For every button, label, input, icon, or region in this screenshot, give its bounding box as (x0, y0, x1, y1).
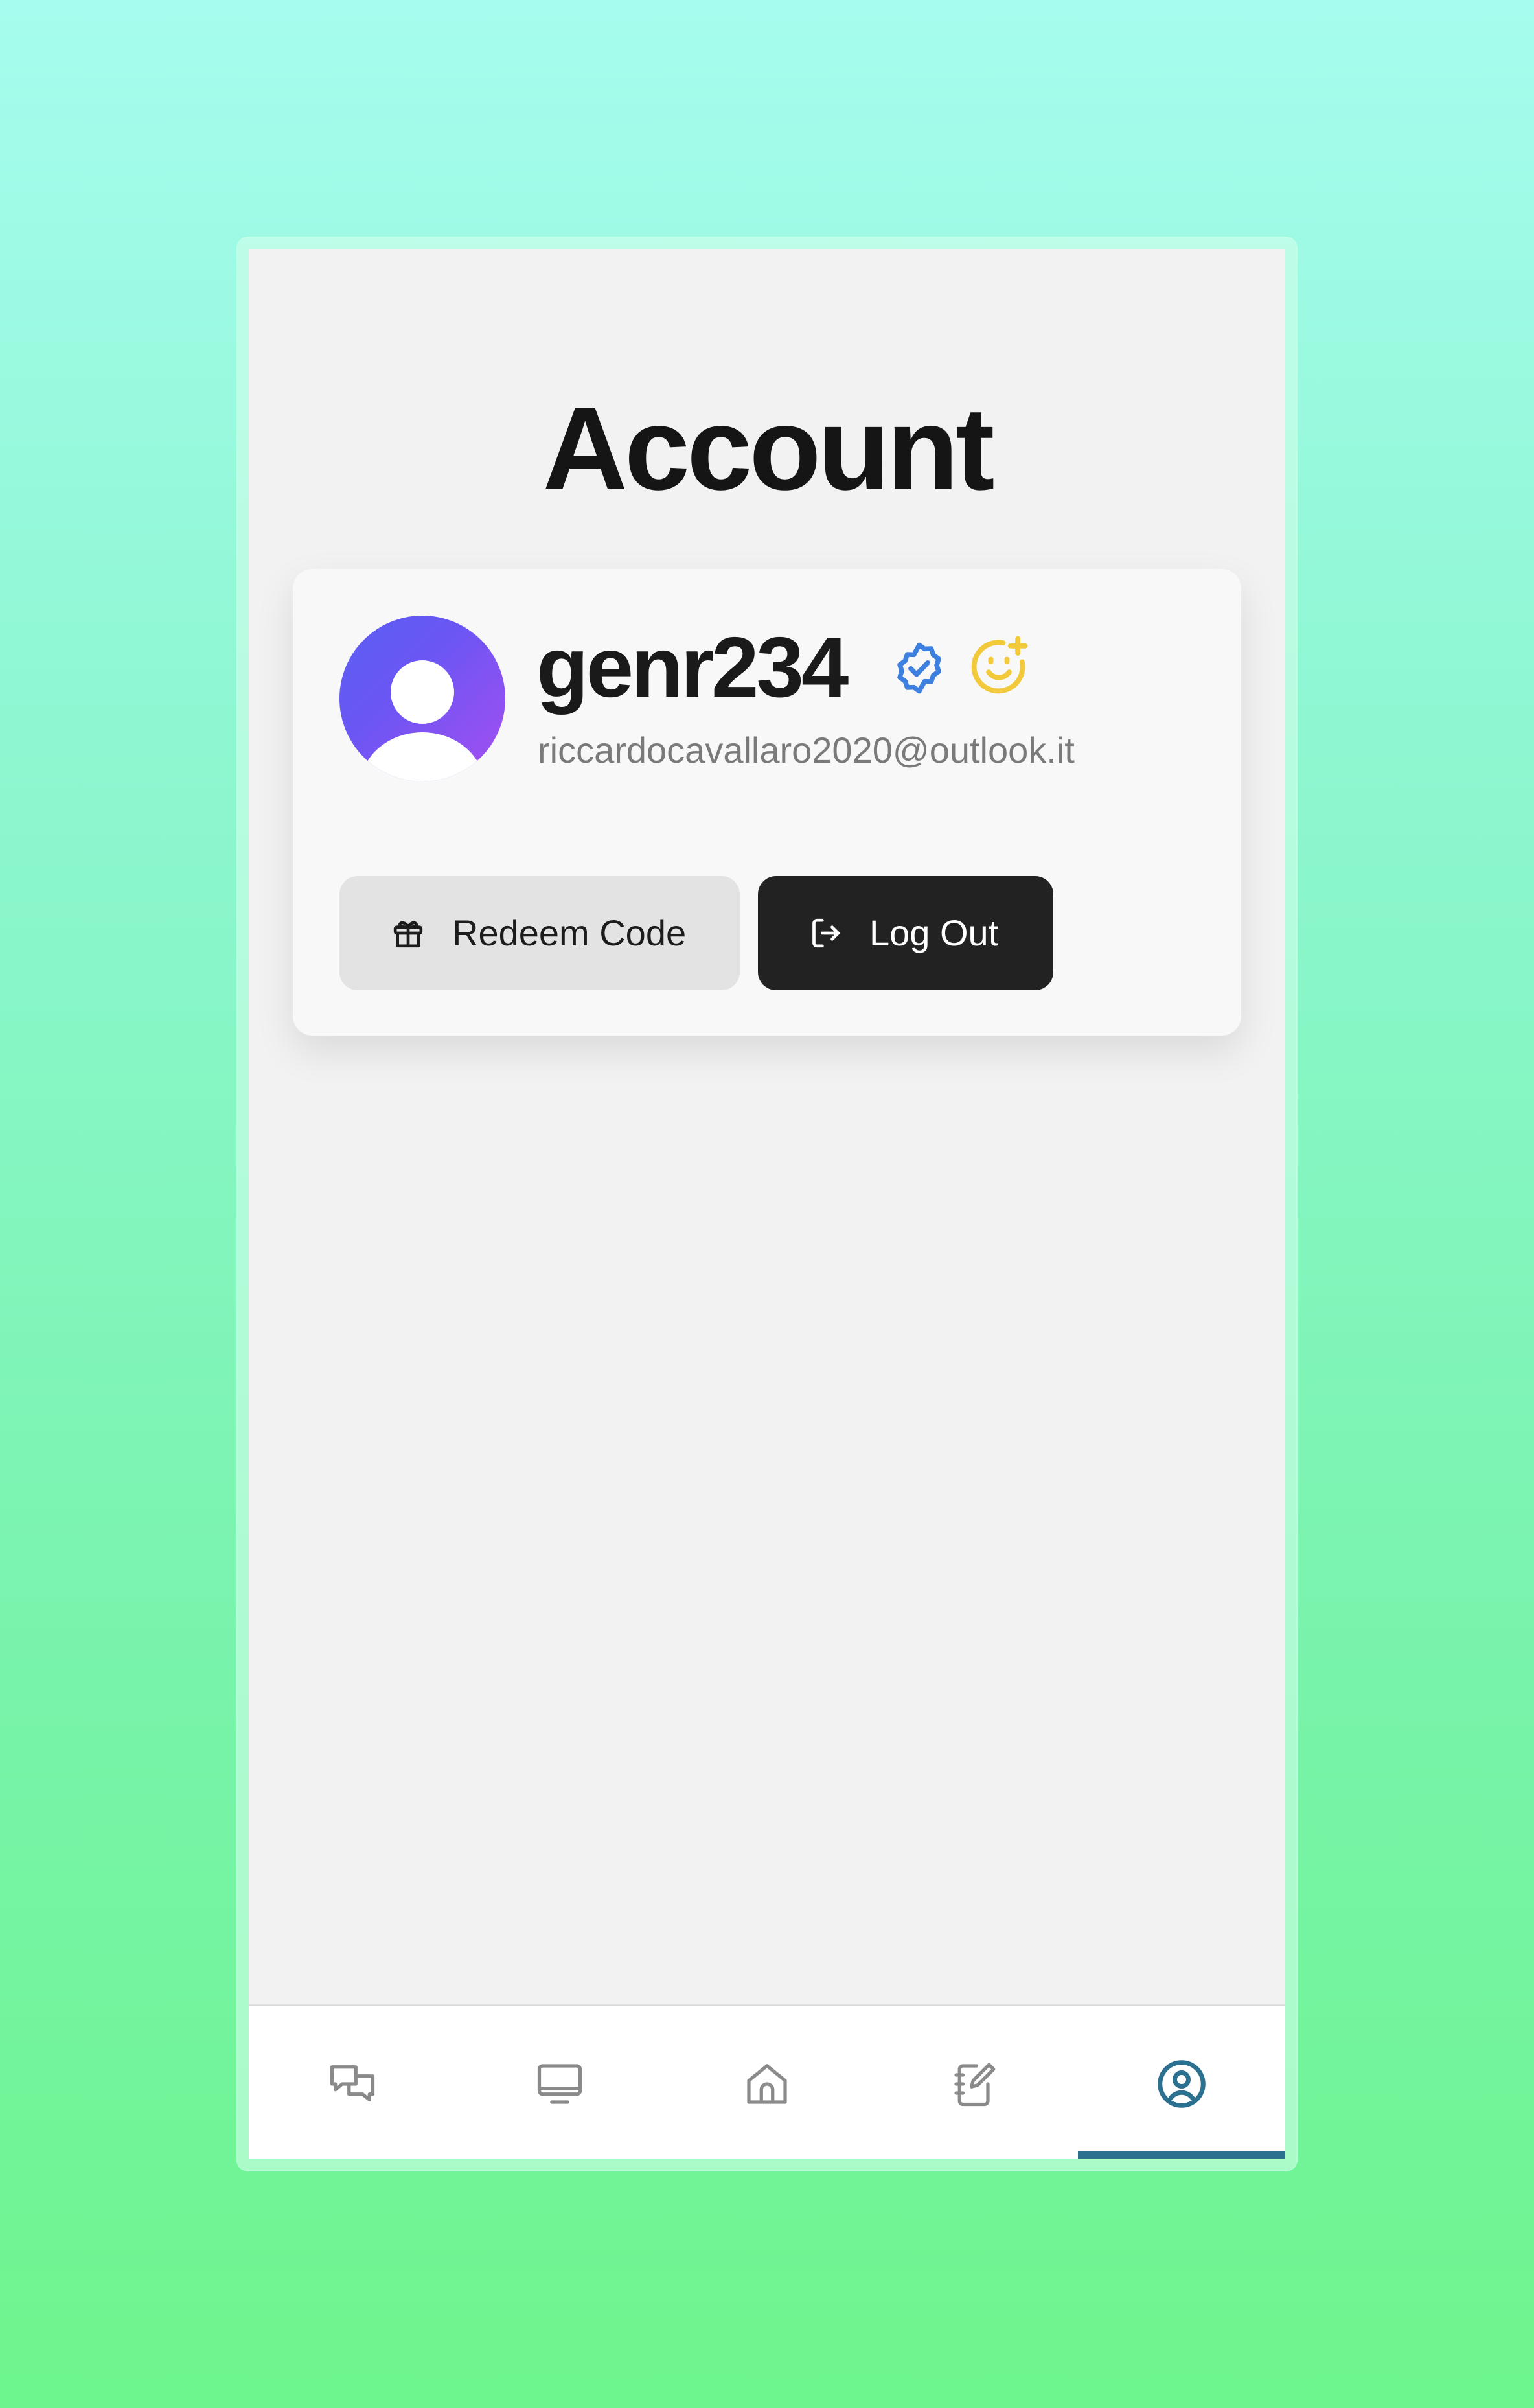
nav-item-monitor[interactable] (456, 2006, 663, 2159)
active-tab-indicator (1078, 2151, 1285, 2159)
notebook-edit-icon (954, 2063, 996, 2106)
home-icon (747, 2063, 787, 2104)
user-email: riccardocavallaro2020@outlook.it (538, 730, 1075, 770)
redeem-code-label: Redeem Code (452, 912, 687, 953)
nav-item-home[interactable] (663, 2006, 871, 2159)
verified-badge-icon (890, 639, 948, 697)
bottom-navigation (249, 2004, 1285, 2159)
logout-icon (807, 915, 843, 951)
account-icon (1158, 2059, 1206, 2108)
smiley-add-icon[interactable] (967, 634, 1031, 699)
gift-icon (390, 915, 426, 951)
nav-item-account[interactable] (1078, 2006, 1285, 2159)
logout-button[interactable]: Log Out (758, 876, 1053, 990)
monitor-icon (537, 2063, 582, 2104)
username: genr234 (536, 619, 849, 715)
chat-icon (330, 2065, 375, 2101)
logout-label: Log Out (869, 912, 999, 953)
profile-card: genr234 riccardocavallaro2020@outlook.it (293, 569, 1241, 1036)
nav-item-notebook[interactable] (871, 2006, 1078, 2159)
user-avatar-icon (339, 616, 505, 781)
app-screen: Account genr234 riccardocavallaro2020@ou… (249, 249, 1285, 2159)
nav-item-chat[interactable] (249, 2006, 456, 2159)
redeem-code-button[interactable]: Redeem Code (339, 876, 740, 990)
page-title: Account (542, 382, 995, 515)
